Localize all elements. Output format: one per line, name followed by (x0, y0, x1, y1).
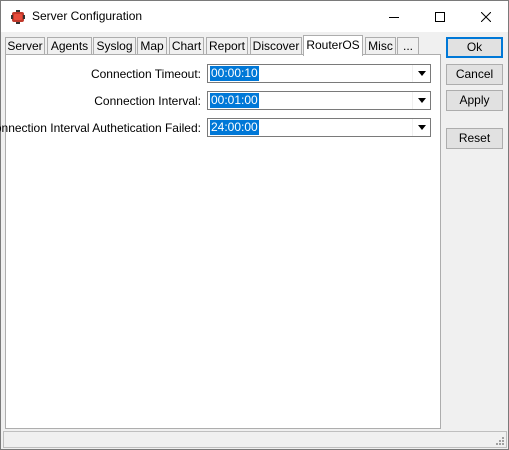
tab-report[interactable]: Report (206, 37, 248, 54)
maximize-icon (435, 11, 445, 22)
resize-grip-icon[interactable] (493, 434, 505, 446)
tab-label: Map (140, 39, 164, 53)
chevron-down-icon (417, 125, 426, 130)
connection-interval-auth-failed-combo[interactable]: 24:00:00 (207, 118, 431, 137)
routeros-panel (5, 54, 441, 429)
tab-label: Syslog (96, 39, 133, 53)
dropdown-button[interactable] (412, 92, 430, 109)
app-icon (11, 10, 25, 24)
close-button[interactable] (463, 1, 509, 32)
dropdown-button[interactable] (412, 119, 430, 136)
tab-label: Agents (50, 39, 89, 53)
ok-button[interactable]: Ok (446, 37, 503, 58)
window-title: Server Configuration (32, 9, 143, 23)
tab-label: RouterOS (306, 38, 360, 52)
tab-chart[interactable]: Chart (169, 37, 204, 54)
tab-routeros[interactable]: RouterOS (303, 35, 363, 56)
tab-syslog[interactable]: Syslog (93, 37, 136, 54)
tab-more[interactable]: ... (397, 37, 419, 54)
tab-label: Server (7, 39, 43, 53)
connection-timeout-value[interactable]: 00:00:10 (210, 66, 259, 81)
tab-map[interactable]: Map (137, 37, 167, 54)
chevron-down-icon (417, 71, 426, 76)
connection-interval-combo[interactable]: 00:01:00 (207, 91, 431, 110)
status-bar (3, 431, 507, 448)
tab-agents[interactable]: Agents (47, 37, 92, 54)
server-configuration-window: Server Configuration Server Agents Syslo… (0, 0, 509, 450)
tab-server[interactable]: Server (5, 37, 45, 54)
reset-button[interactable]: Reset (446, 128, 503, 149)
tab-discover[interactable]: Discover (250, 37, 302, 54)
chevron-down-icon (417, 98, 426, 103)
tab-misc[interactable]: Misc (365, 37, 396, 54)
title-bar[interactable]: Server Configuration (1, 1, 508, 32)
connection-interval-auth-failed-label: Connection Interval Authetication Failed… (0, 121, 201, 135)
dropdown-button[interactable] (412, 65, 430, 82)
tab-label: Discover (252, 39, 300, 53)
tab-label: Chart (171, 39, 202, 53)
tab-label: Report (208, 39, 246, 53)
minimize-button[interactable] (371, 1, 417, 32)
cancel-button[interactable]: Cancel (446, 64, 503, 85)
connection-interval-value[interactable]: 00:01:00 (210, 93, 259, 108)
minimize-icon (389, 16, 399, 18)
connection-timeout-combo[interactable]: 00:00:10 (207, 64, 431, 83)
close-icon (481, 11, 491, 22)
connection-timeout-label: Connection Timeout: (90, 67, 201, 81)
tab-strip: Server Agents Syslog Map Chart Report Di… (5, 35, 441, 56)
maximize-button[interactable] (417, 1, 463, 32)
tab-label: Misc (368, 39, 393, 53)
connection-interval-label: Connection Interval: (94, 94, 201, 108)
tab-label: ... (402, 39, 413, 53)
apply-button[interactable]: Apply (446, 90, 503, 111)
connection-interval-auth-failed-value[interactable]: 24:00:00 (210, 120, 259, 135)
